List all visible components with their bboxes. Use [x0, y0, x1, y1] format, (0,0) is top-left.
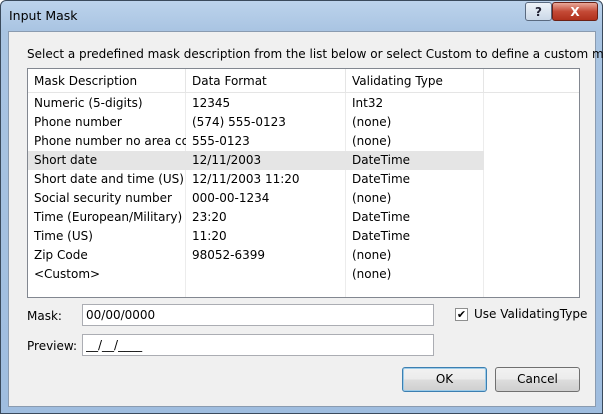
list-row[interactable]: Zip Code 98052-6399 (none)	[28, 246, 484, 265]
row-mask-description: Social security number	[34, 191, 172, 205]
row-data-format: 11:20	[192, 229, 227, 243]
row-data-format: 000-00-1234	[192, 191, 270, 205]
use-validating-type-label[interactable]: Use ValidatingType	[474, 307, 587, 321]
window-title: Input Mask	[9, 8, 78, 23]
close-icon: X	[570, 4, 580, 19]
dialog-body: Select a predefined mask description fro…	[8, 31, 603, 407]
column-header-data-format[interactable]: Data Format	[186, 69, 346, 93]
mask-list[interactable]: Mask Description Data Format Validating …	[27, 68, 580, 298]
row-data-format: 12345	[192, 96, 231, 110]
row-mask-description: Time (European/Military)	[34, 210, 183, 224]
cancel-button[interactable]: Cancel	[495, 367, 580, 392]
help-button[interactable]: ?	[525, 2, 552, 21]
instruction-text: Select a predefined mask description fro…	[27, 47, 603, 61]
list-row[interactable]: Social security number 000-00-1234 (none)	[28, 189, 484, 208]
list-row[interactable]: <Custom> (none)	[28, 265, 484, 284]
row-validating-type: DateTime	[352, 153, 411, 167]
row-validating-type: (none)	[352, 134, 392, 148]
row-validating-type: (none)	[352, 248, 392, 262]
row-mask-description: <Custom>	[34, 267, 101, 281]
list-row[interactable]: Time (European/Military) 23:20 DateTime	[28, 208, 484, 227]
row-validating-type: (none)	[352, 191, 392, 205]
row-validating-type: Int32	[352, 96, 384, 110]
list-row[interactable]: Phone number (574) 555-0123 (none)	[28, 113, 484, 132]
mask-input[interactable]	[82, 304, 434, 326]
list-row[interactable]: Time (US) 11:20 DateTime	[28, 227, 484, 246]
row-validating-type: (none)	[352, 115, 392, 129]
row-mask-description: Phone number	[34, 115, 122, 129]
list-row[interactable]: Short date 12/11/2003 DateTime	[28, 151, 484, 170]
row-data-format: (574) 555-0123	[192, 115, 286, 129]
column-header-mask-description[interactable]: Mask Description	[28, 69, 186, 93]
preview-label: Preview:	[27, 339, 78, 353]
close-button[interactable]: X	[552, 2, 598, 21]
list-header: Mask Description Data Format Validating …	[28, 69, 579, 93]
row-validating-type: DateTime	[352, 172, 411, 186]
list-row[interactable]: Short date and time (US) 12/11/2003 11:20…	[28, 170, 484, 189]
row-mask-description: Short date and time (US)	[34, 172, 184, 186]
row-validating-type: DateTime	[352, 229, 411, 243]
input-mask-dialog: Input Mask ? X Select a predefined mask …	[0, 0, 603, 414]
column-header-validating-type[interactable]: Validating Type	[346, 69, 484, 93]
row-data-format: 23:20	[192, 210, 227, 224]
ok-button[interactable]: OK	[402, 367, 487, 392]
row-data-format: 555-0123	[192, 134, 250, 148]
list-row[interactable]: Phone number no area co... 555-0123 (none)	[28, 132, 484, 151]
checkmark-icon: ✔	[456, 308, 467, 321]
row-mask-description: Numeric (5-digits)	[34, 96, 143, 110]
row-mask-description: Phone number no area co...	[34, 134, 186, 148]
row-mask-description: Short date	[34, 153, 98, 167]
row-validating-type: (none)	[352, 267, 392, 281]
use-validating-type-checkbox[interactable]: ✔	[455, 308, 468, 321]
title-bar[interactable]: Input Mask ? X	[1, 1, 602, 31]
row-validating-type: DateTime	[352, 210, 411, 224]
row-data-format: 98052-6399	[192, 248, 266, 262]
help-icon: ?	[535, 4, 542, 19]
row-data-format: 12/11/2003 11:20	[192, 172, 300, 186]
row-mask-description: Zip Code	[34, 248, 88, 262]
row-mask-description: Time (US)	[34, 229, 93, 243]
mask-label: Mask:	[27, 309, 62, 323]
list-row[interactable]: Numeric (5-digits) 12345 Int32	[28, 94, 484, 113]
row-data-format: 12/11/2003	[192, 153, 262, 167]
row-data-format	[186, 265, 346, 284]
preview-field[interactable]	[82, 334, 434, 356]
